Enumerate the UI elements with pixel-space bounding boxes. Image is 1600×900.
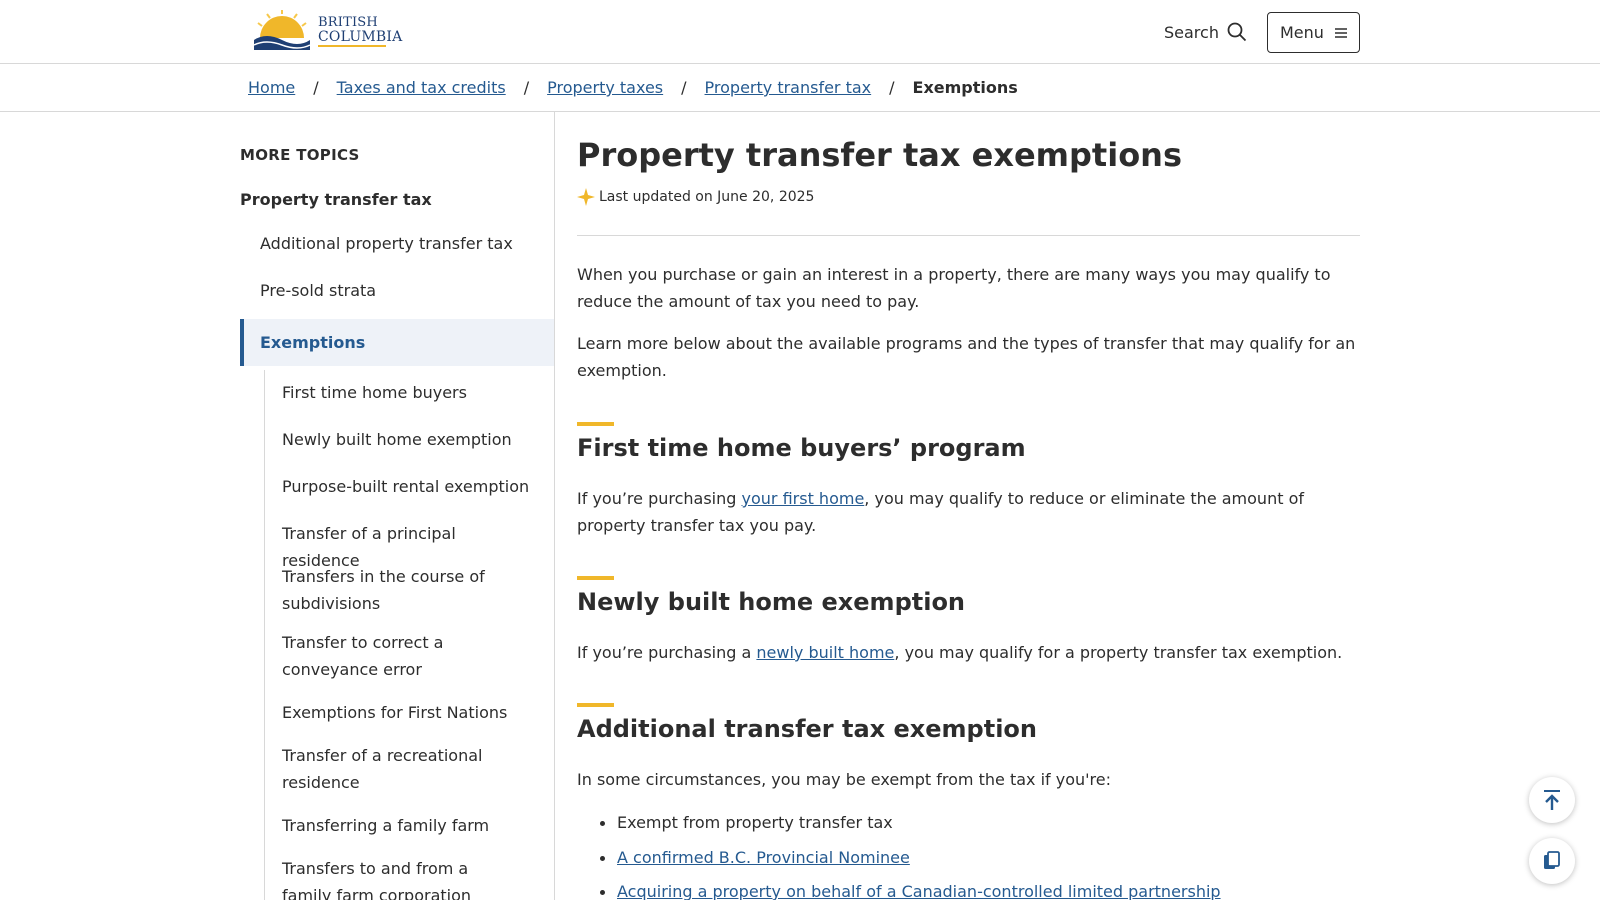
- section-heading-first-time: First time home buyers’ program: [577, 434, 1026, 462]
- sidebar-active-label: Exemptions: [260, 333, 366, 352]
- section-heading-newly-built: Newly built home exemption: [577, 588, 966, 616]
- breadcrumb-separator: /: [523, 78, 530, 97]
- copy-icon: [1544, 851, 1560, 869]
- sidebar-subitem-conveyance-error[interactable]: Transfer to correct a conveyance error: [282, 629, 532, 683]
- logo-line2: COLUMBIA: [318, 29, 403, 45]
- bc-sun-logo-icon: [253, 10, 311, 50]
- sidebar-heading: MORE TOPICS: [240, 146, 360, 164]
- back-to-top-button[interactable]: [1529, 777, 1575, 823]
- text-segment: , you may qualify for a property transfe…: [894, 643, 1343, 662]
- sidebar-parent-link[interactable]: Property transfer tax: [240, 190, 432, 209]
- sparkle-icon: [577, 188, 595, 206]
- bc-logo[interactable]: BRITISH COLUMBIA: [252, 10, 402, 50]
- last-updated: Last updated on June 20, 2025: [577, 188, 814, 206]
- section-text-newly-built: If you’re purchasing a newly built home,…: [577, 639, 1360, 666]
- text-segment: If you’re purchasing: [577, 489, 742, 508]
- breadcrumb-separator: /: [889, 78, 895, 97]
- sidebar-item-additional-ptt[interactable]: Additional property transfer tax: [260, 231, 513, 257]
- breadcrumb-property-transfer-tax[interactable]: Property transfer tax: [705, 78, 872, 97]
- section-text-additional: In some circumstances, you may be exempt…: [577, 770, 1111, 789]
- side-navigation: MORE TOPICS Property transfer tax Additi…: [240, 112, 555, 900]
- site-header: BRITISH COLUMBIA Search Menu: [0, 0, 1600, 64]
- logo-underline: [318, 45, 386, 47]
- title-divider: [577, 235, 1360, 236]
- section-accent-bar: [577, 422, 614, 426]
- search-button[interactable]: Search: [1164, 18, 1247, 46]
- menu-button[interactable]: Menu: [1267, 12, 1360, 53]
- breadcrumb-current: Exemptions: [912, 78, 1018, 97]
- menu-label: Menu: [1280, 23, 1324, 42]
- last-updated-text: Last updated on June 20, 2025: [599, 189, 815, 205]
- search-icon: [1227, 22, 1247, 42]
- sidebar-subitem-first-time[interactable]: First time home buyers: [282, 379, 537, 406]
- sidebar-item-exemptions-active[interactable]: Exemptions: [240, 319, 554, 366]
- intro-paragraph-1: When you purchase or gain an interest in…: [577, 265, 1331, 311]
- sidebar-subitem-newly-built[interactable]: Newly built home exemption: [282, 426, 537, 453]
- breadcrumb-separator: /: [681, 78, 687, 97]
- sidebar-item-pre-sold-strata[interactable]: Pre-sold strata: [260, 278, 376, 304]
- section-accent-bar: [577, 703, 614, 707]
- link-provincial-nominee[interactable]: A confirmed B.C. Provincial Nominee: [600, 847, 910, 869]
- logo-wordmark: BRITISH COLUMBIA: [318, 15, 403, 45]
- breadcrumb-separator: /: [313, 78, 319, 97]
- sidebar-subitem-purpose-built[interactable]: Purpose-built rental exemption: [282, 473, 537, 500]
- sidebar-subitem-family-farm-corp[interactable]: Transfers to and from a family farm corp…: [282, 855, 522, 900]
- intro-paragraph-2: Learn more below about the available pro…: [577, 334, 1356, 380]
- page-title: Property transfer tax exemptions: [577, 136, 1182, 174]
- hamburger-icon: [1334, 27, 1347, 38]
- link-newly-built-home[interactable]: newly built home: [756, 643, 894, 662]
- sidebar-sublist: First time home buyers Newly built home …: [264, 370, 554, 900]
- breadcrumb-property-taxes[interactable]: Property taxes: [547, 78, 663, 97]
- copy-button[interactable]: [1529, 838, 1575, 884]
- breadcrumb: Home / Taxes and tax credits / Property …: [0, 64, 1600, 112]
- search-label: Search: [1164, 22, 1219, 42]
- link-your-first-home[interactable]: your first home: [742, 489, 865, 508]
- sidebar-subitem-family-farm[interactable]: Transferring a family farm: [282, 812, 537, 839]
- sidebar-subitem-first-nations[interactable]: Exemptions for First Nations: [282, 699, 537, 726]
- section-heading-additional: Additional transfer tax exemption: [577, 715, 1037, 743]
- breadcrumb-home[interactable]: Home: [248, 78, 295, 97]
- sidebar-subitem-subdivisions[interactable]: Transfers in the course of subdivisions: [282, 563, 492, 617]
- list-item: Exempt from property transfer tax: [600, 813, 893, 832]
- breadcrumb-taxes[interactable]: Taxes and tax credits: [337, 78, 506, 97]
- text-segment: If you’re purchasing a: [577, 643, 757, 662]
- link-ccpc-partnership[interactable]: Acquiring a property on behalf of a Cana…: [600, 881, 1221, 900]
- logo-line1: BRITISH: [318, 15, 378, 30]
- section-text-first-time: If you’re purchasing your first home, yo…: [577, 485, 1360, 539]
- arrow-up-icon: [1544, 790, 1560, 810]
- section-accent-bar: [577, 576, 614, 580]
- sidebar-subitem-recreational[interactable]: Transfer of a recreational residence: [282, 742, 492, 796]
